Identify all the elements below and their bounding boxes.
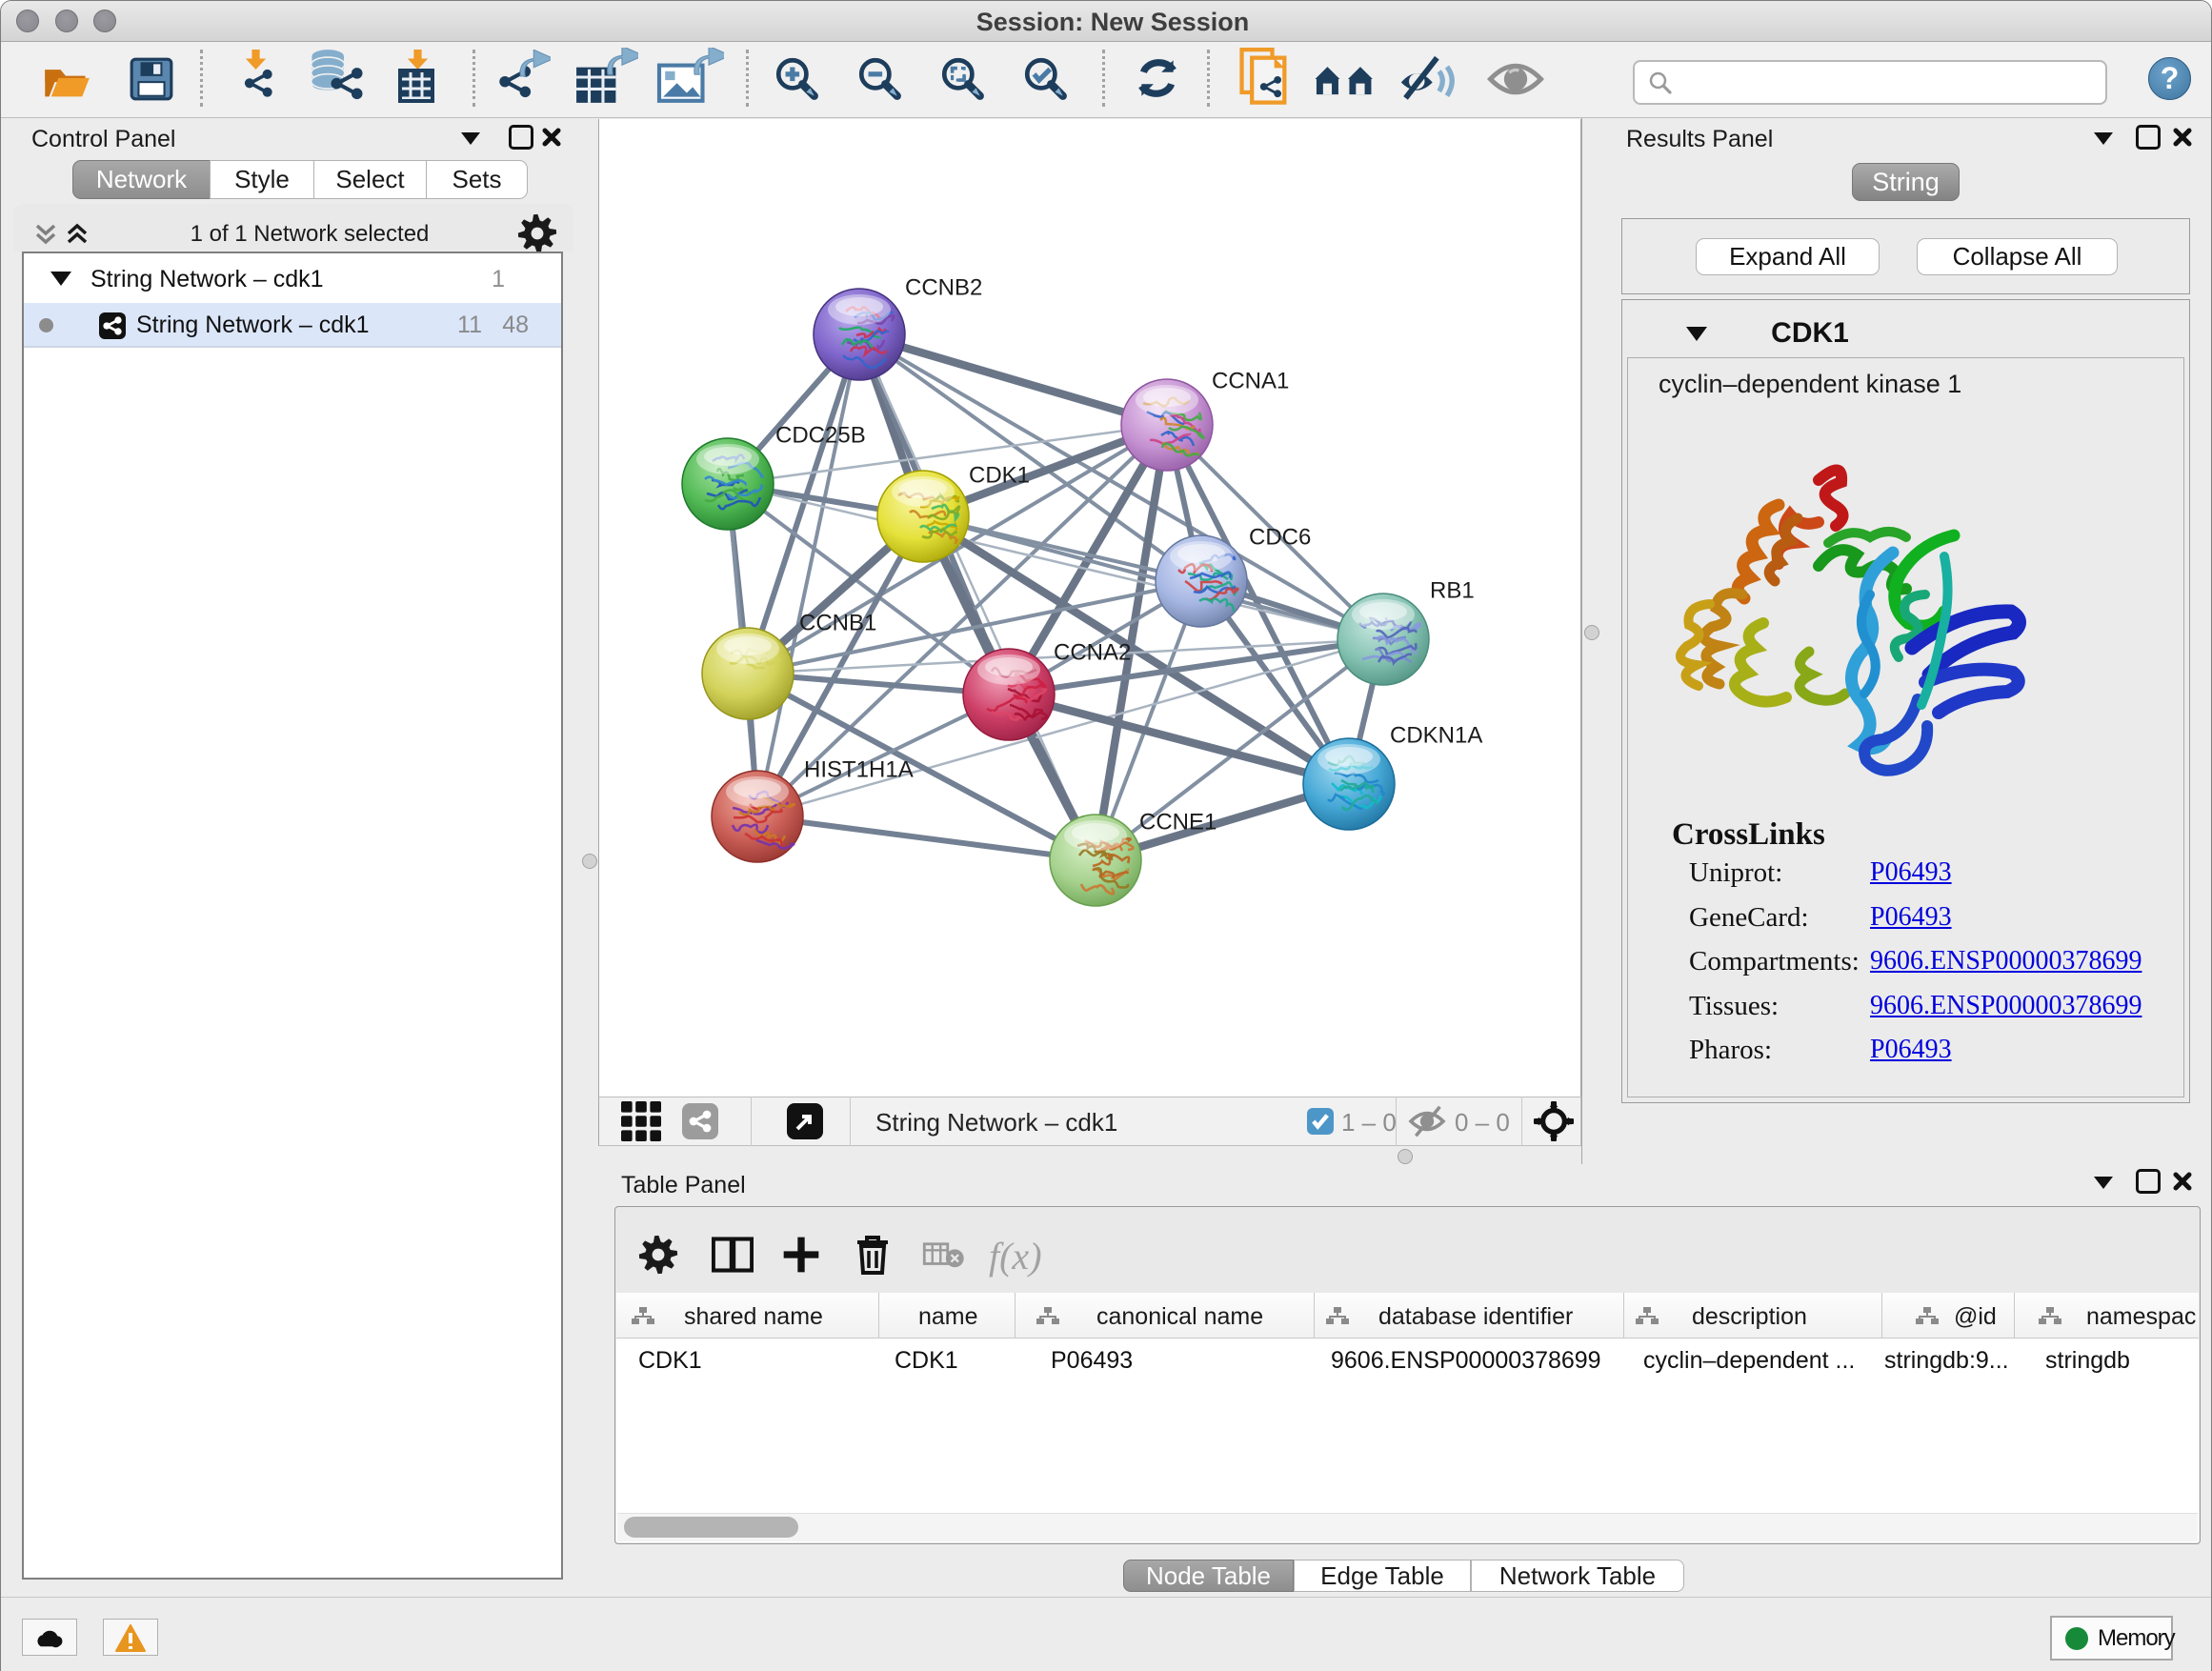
svg-text:CCNB1: CCNB1	[799, 610, 876, 635]
svg-text:CDKN1A: CDKN1A	[1390, 722, 1482, 748]
svg-text:CCNA2: CCNA2	[1054, 639, 1131, 665]
svg-text:CDC25B: CDC25B	[775, 422, 866, 448]
svg-text:CDC6: CDC6	[1249, 524, 1311, 550]
svg-text:CCNA1: CCNA1	[1212, 368, 1289, 393]
svg-text:RB1: RB1	[1430, 577, 1475, 603]
svg-text:HIST1H1A: HIST1H1A	[804, 756, 914, 782]
svg-text:CCNB2: CCNB2	[905, 274, 982, 300]
svg-text:CDK1: CDK1	[969, 462, 1030, 488]
svg-text:CCNE1: CCNE1	[1139, 809, 1217, 835]
